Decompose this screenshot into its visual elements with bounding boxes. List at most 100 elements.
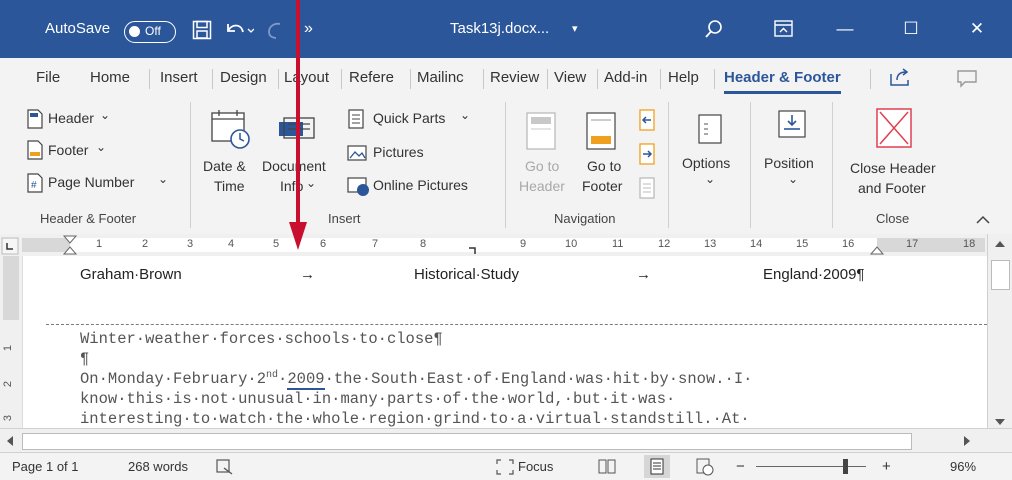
quick-parts-label: Quick Parts [373,110,446,126]
read-mode-icon[interactable] [598,459,616,475]
tab-divider [410,69,411,89]
collapse-ribbon-icon[interactable] [975,214,991,226]
tab-design[interactable]: Design [220,58,267,98]
tab-mailings[interactable]: Mailinc [417,58,464,98]
tab-divider [483,69,484,89]
ribbon-display-icon[interactable] [774,20,794,38]
vertical-ruler[interactable]: 1 2 3 [0,256,23,428]
tab-help[interactable]: Help [668,58,699,98]
group-divider [832,102,833,228]
flagged-word[interactable]: 2009 [287,370,325,391]
tab-add-ins[interactable]: Add-in [604,58,647,98]
zoom-level[interactable]: 96% [950,453,976,480]
scroll-left-icon[interactable] [5,435,15,447]
document-canvas[interactable]: 1 2 3 Graham·Brown → Historical·Study → … [0,256,987,428]
ruler-number: 12 [658,238,671,250]
zoom-slider-track[interactable] [756,466,866,467]
header-label: Header [48,110,94,126]
status-bar: Page 1 of 1 268 words Focus − + 96% [0,452,1012,480]
ruler-number: 4 [228,238,235,250]
pictures-icon [347,145,367,161]
scroll-down-icon[interactable] [994,417,1006,427]
group-label-insert: Insert [328,211,361,226]
ruler-number: 2 [142,238,149,250]
annotation-arrow-icon [289,0,307,250]
tab-divider [660,69,661,89]
title-bar: AutoSave Off » Task13j.docx... ▾ — ☐ ✕ [0,0,1012,58]
tab-file[interactable]: File [36,58,60,98]
group-divider [750,102,751,228]
autosave-toggle[interactable]: Off [124,21,176,43]
previous-section-icon[interactable] [637,108,657,134]
tab-references[interactable]: Refere [349,58,394,98]
tab-home[interactable]: Home [90,58,130,98]
ruler-number: 3 [187,238,194,250]
print-layout-button[interactable] [644,455,670,478]
redo-icon[interactable] [264,20,284,40]
pictures-label: Pictures [373,144,424,160]
scroll-up-icon[interactable] [994,239,1006,249]
zoom-out-button[interactable]: − [736,453,745,480]
vertical-ruler-margin [3,256,19,320]
position-icon [778,110,806,138]
chevron-down-icon: ⌄ [705,172,716,186]
online-pictures-label: Online Pictures [373,177,468,193]
go-to-header-label-2: Header [519,178,565,194]
close-button[interactable]: ✕ [951,0,1003,58]
scroll-right-icon[interactable] [962,435,972,447]
header-author[interactable]: Graham·Brown [80,266,182,283]
ruler-number: 1 [96,238,103,250]
comments-icon[interactable] [952,66,982,90]
header-title[interactable]: Historical·Study [414,266,519,283]
undo-icon[interactable] [224,20,254,40]
document-title[interactable]: Task13j.docx... [450,0,549,58]
next-section-icon[interactable] [637,142,657,168]
link-to-previous-icon[interactable] [637,176,657,202]
vertical-scrollbar[interactable] [987,234,1012,428]
body-line[interactable]: know·this·is·not·unusual·in·many·parts·o… [80,390,675,408]
horizontal-ruler[interactable]: 1 2 3 4 5 6 7 8 9 10 11 12 13 14 15 16 1… [0,234,1012,257]
tab-review[interactable]: Review [490,58,539,98]
svg-text:#: # [31,180,37,191]
save-icon[interactable] [192,20,212,40]
superscript: nd [266,370,279,381]
tab-divider [149,69,150,89]
tab-mark: → [636,266,651,283]
ruler-number: 10 [565,238,578,250]
body-line[interactable]: On·Monday·February·2nd·2009·the·South·Ea… [80,370,752,391]
header-boundary [46,324,987,325]
ruler-number: 15 [796,238,809,250]
horizontal-scroll-thumb[interactable] [22,433,912,450]
body-line[interactable]: ¶ [80,350,89,368]
close-header-footer-label-1: Close Header [850,160,936,176]
minimize-button[interactable]: — [819,0,871,58]
header-icon [27,109,43,129]
title-dropdown-icon[interactable]: ▾ [572,0,578,58]
web-layout-icon[interactable] [696,458,714,476]
tab-divider [597,69,598,89]
zoom-slider-thumb[interactable] [843,459,848,474]
footer-icon [27,140,43,160]
search-icon[interactable] [704,19,724,39]
horizontal-scrollbar[interactable] [0,428,1012,453]
focus-label[interactable]: Focus [518,453,553,480]
maximize-button[interactable]: ☐ [885,0,937,58]
go-to-footer-icon [586,112,616,150]
proofing-icon[interactable] [216,459,234,475]
focus-icon[interactable] [496,459,514,475]
zoom-in-button[interactable]: + [882,453,891,480]
body-line[interactable]: Winter·weather·forces·schools·to·close¶ [80,330,443,348]
page-count[interactable]: Page 1 of 1 [12,453,79,480]
word-count[interactable]: 268 words [128,453,188,480]
share-icon[interactable] [886,66,916,90]
options-icon [698,114,722,144]
options-label: Options [682,155,731,171]
print-layout-icon [650,458,664,475]
scroll-thumb[interactable] [991,260,1010,290]
tab-header-footer[interactable]: Header & Footer [724,58,841,98]
tab-insert[interactable]: Insert [160,58,198,98]
tab-view[interactable]: View [554,58,586,98]
body-line[interactable]: interesting·to·watch·the·whole·region·gr… [80,410,750,428]
header-date[interactable]: England·2009¶ [763,266,864,283]
tab-divider [341,69,342,89]
